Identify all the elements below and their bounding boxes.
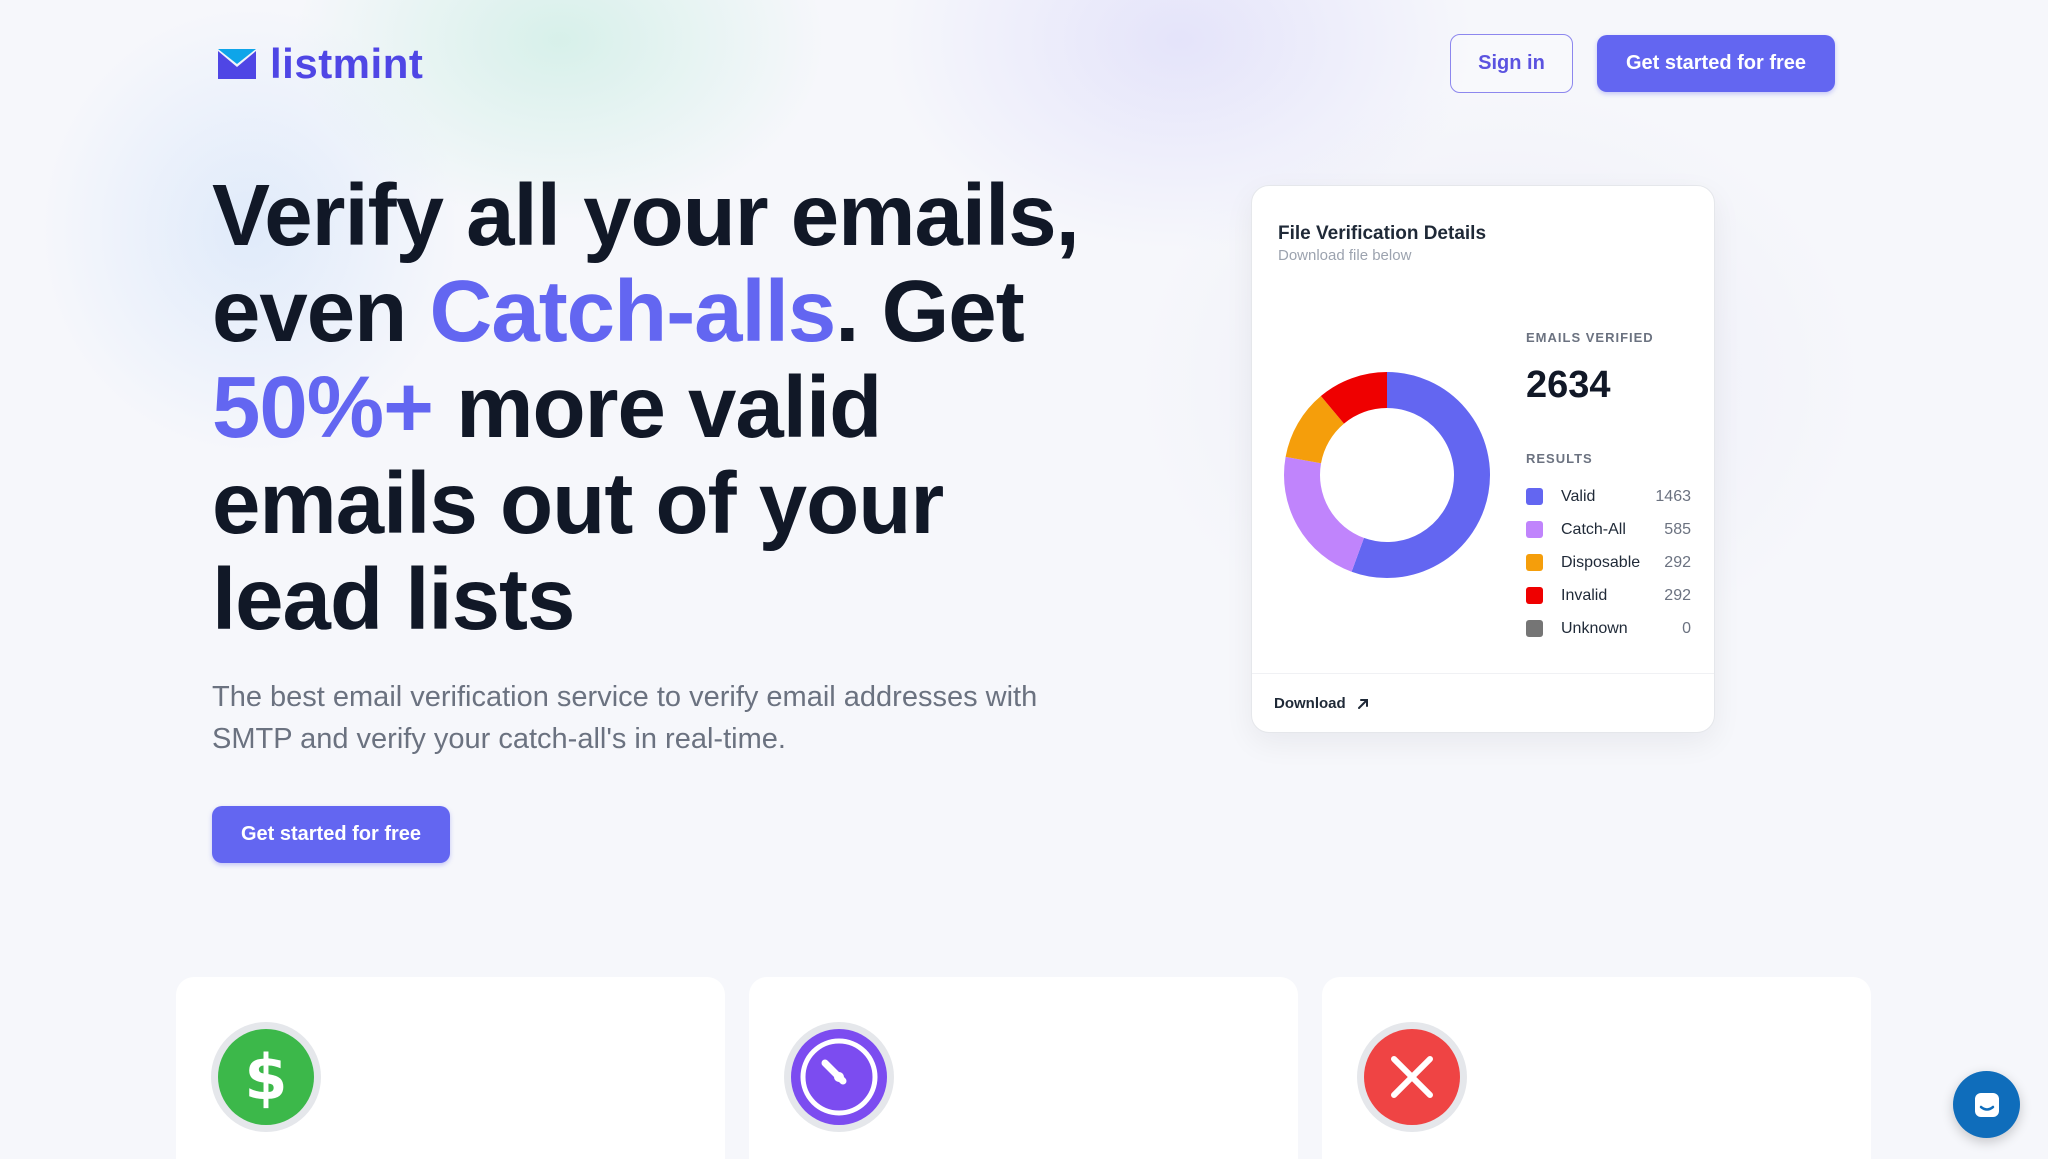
legend-value-catch-all: 585 [1664,520,1691,538]
chat-icon [1974,1092,1999,1117]
results-donut-chart [1284,372,1490,578]
header-get-started-button[interactable]: Get started for free [1597,35,1835,92]
hero-title: Verify all your emails, even Catch-alls.… [212,168,1092,648]
legend-label-unknown: Unknown [1561,619,1628,637]
legend-value-invalid: 292 [1664,586,1691,604]
card-subtitle: Download file below [1278,247,1412,264]
legend-swatch-catch-all [1526,521,1543,538]
legend-label-valid: Valid [1561,487,1596,505]
hero-title-accent-catchalls: Catch-alls [429,263,836,360]
legend-value-disposable: 292 [1664,553,1691,571]
legend-row-invalid: Invalid 292 [1526,579,1691,612]
legend-row-valid: Valid 1463 [1526,480,1691,513]
legend-swatch-unknown [1526,620,1543,637]
results-legend: Valid 1463 Catch-All 585 Disposable 292 Invali… [1526,480,1691,645]
legend-value-valid: 1463 [1655,487,1691,505]
hero-get-started-button[interactable]: Get started for free [212,806,450,863]
legend-label-catch-all: Catch-All [1561,520,1626,538]
results-label: RESULTS [1526,451,1593,466]
donut-slice-valid [1351,372,1490,578]
legend-row-disposable: Disposable 292 [1526,546,1691,579]
file-verification-card: File Verification Details Download file … [1251,185,1715,733]
donut-slice-invalid [1320,372,1388,425]
svg-text:$: $ [244,1041,287,1114]
chat-widget-button[interactable] [1953,1071,2020,1138]
feature-card-speed [749,977,1298,1159]
legend-label-disposable: Disposable [1561,553,1641,571]
arrow-up-right-icon [1357,698,1368,709]
card-divider [1252,673,1714,674]
donut-slice-disposable [1285,396,1345,464]
emails-verified-value: 2634 [1526,364,1611,406]
legend-row-unknown: Unknown 0 [1526,612,1691,645]
mail-logo-icon [218,49,256,79]
dollar-icon: $ [210,1021,322,1133]
sign-in-button[interactable]: Sign in [1450,34,1573,93]
logo[interactable]: listmint [216,40,423,88]
legend-value-unknown: 0 [1682,619,1691,637]
donut-slice-catch-all [1284,456,1365,572]
download-label: Download [1274,695,1346,712]
hero-title-part2: . Get [835,263,1024,360]
legend-swatch-disposable [1526,554,1543,571]
download-link[interactable]: Download [1274,695,1370,712]
close-icon [1356,1021,1468,1133]
brand-name: listmint [270,40,424,87]
legend-label-invalid: Invalid [1561,586,1608,604]
legend-swatch-valid [1526,488,1543,505]
feature-card-pricing: $ [176,977,725,1159]
legend-swatch-invalid [1526,587,1543,604]
emails-verified-label: EMAILS VERIFIED [1526,330,1654,345]
hero-title-accent-percent: 50%+ [212,359,434,456]
feature-card-invalid [1322,977,1871,1159]
hero-subtitle: The best email verification service to v… [212,681,1038,755]
timer-icon [783,1021,895,1133]
card-title: File Verification Details [1278,223,1487,244]
legend-row-catch-all: Catch-All 585 [1526,513,1691,546]
